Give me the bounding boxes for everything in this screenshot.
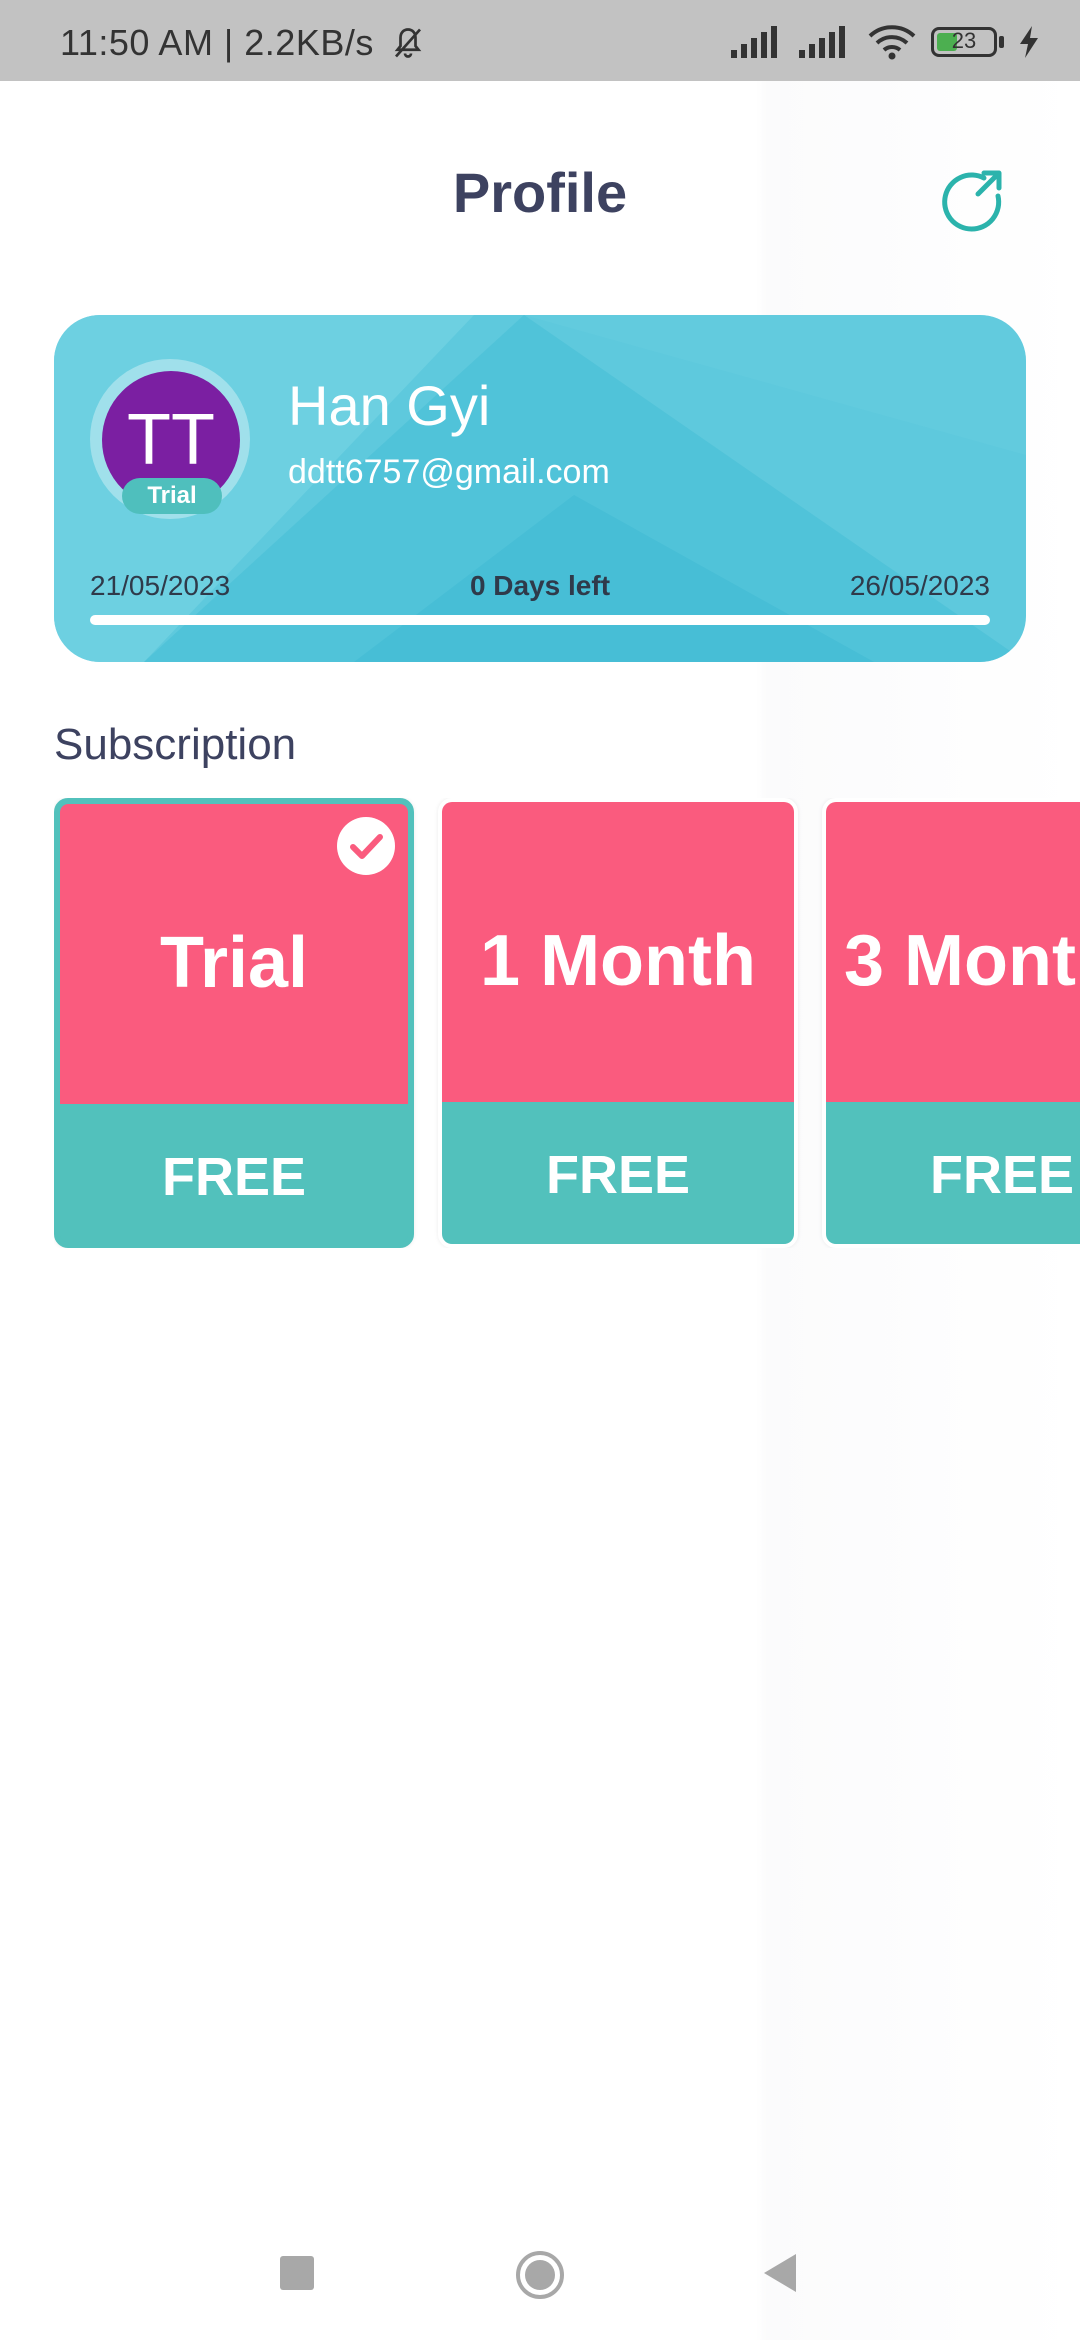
plan-footer: FREE xyxy=(442,1102,794,1244)
plan-price: FREE xyxy=(545,1145,691,1205)
battery-icon: 23 xyxy=(931,27,997,57)
status-icons: 23 xyxy=(731,22,1040,62)
plan-price: FREE xyxy=(929,1145,1075,1205)
subscription-section-title: Subscription xyxy=(54,720,297,769)
home-icon[interactable] xyxy=(515,2250,565,2300)
plan-header: 3 Months xyxy=(826,802,1080,1102)
share-external-icon[interactable] xyxy=(938,164,1008,234)
plan-card-1-month[interactable]: 1 Month FREE xyxy=(438,798,798,1248)
plan-footer: FREE xyxy=(826,1102,1080,1244)
battery-cap xyxy=(999,36,1004,48)
subscription-plans[interactable]: Trial FREE 1 Month FREE 3 Months FREE xyxy=(54,798,1080,1248)
profile-card: TT Trial Han Gyi ddtt6757@gmail.com 21/0… xyxy=(54,315,1026,662)
signal-icon xyxy=(799,26,845,58)
trial-badge: Trial xyxy=(122,478,222,514)
status-time-text: 11:50 AM | 2.2KB/s xyxy=(60,22,374,63)
status-time: 11:50 AM | 2.2KB/s xyxy=(60,22,426,64)
plan-header: 1 Month xyxy=(442,802,794,1102)
end-date: 26/05/2023 xyxy=(849,570,990,601)
page-title: Profile xyxy=(452,161,628,224)
progress-fill xyxy=(90,615,990,625)
signal-icon xyxy=(731,26,777,58)
mute-bell-icon xyxy=(395,28,422,58)
recent-apps-icon[interactable] xyxy=(280,2256,314,2290)
plan-footer: FREE xyxy=(60,1104,408,1242)
plan-name: 1 Month xyxy=(480,921,756,1001)
user-email: ddtt6757@gmail.com xyxy=(288,453,610,491)
system-nav-bar xyxy=(0,2220,1080,2330)
battery-level: 23 xyxy=(951,28,977,53)
profile-screen: 11:50 AM | 2.2KB/s 23 Profile TT Trial H… xyxy=(0,0,1080,2340)
plan-name: Trial xyxy=(159,923,309,1003)
plan-price: FREE xyxy=(161,1147,307,1207)
charging-icon xyxy=(1020,26,1038,58)
status-bar: 11:50 AM | 2.2KB/s 23 xyxy=(0,0,1080,81)
plan-card-trial[interactable]: Trial FREE xyxy=(54,798,414,1248)
subscription-progress-bar xyxy=(90,615,990,625)
user-name: Han Gyi xyxy=(288,374,491,437)
wifi-icon xyxy=(868,25,916,60)
check-circle-icon xyxy=(337,817,395,875)
plan-name: 3 Months xyxy=(844,921,1080,1001)
plan-card-3-months[interactable]: 3 Months FREE xyxy=(822,798,1080,1248)
back-icon[interactable] xyxy=(760,2252,800,2294)
